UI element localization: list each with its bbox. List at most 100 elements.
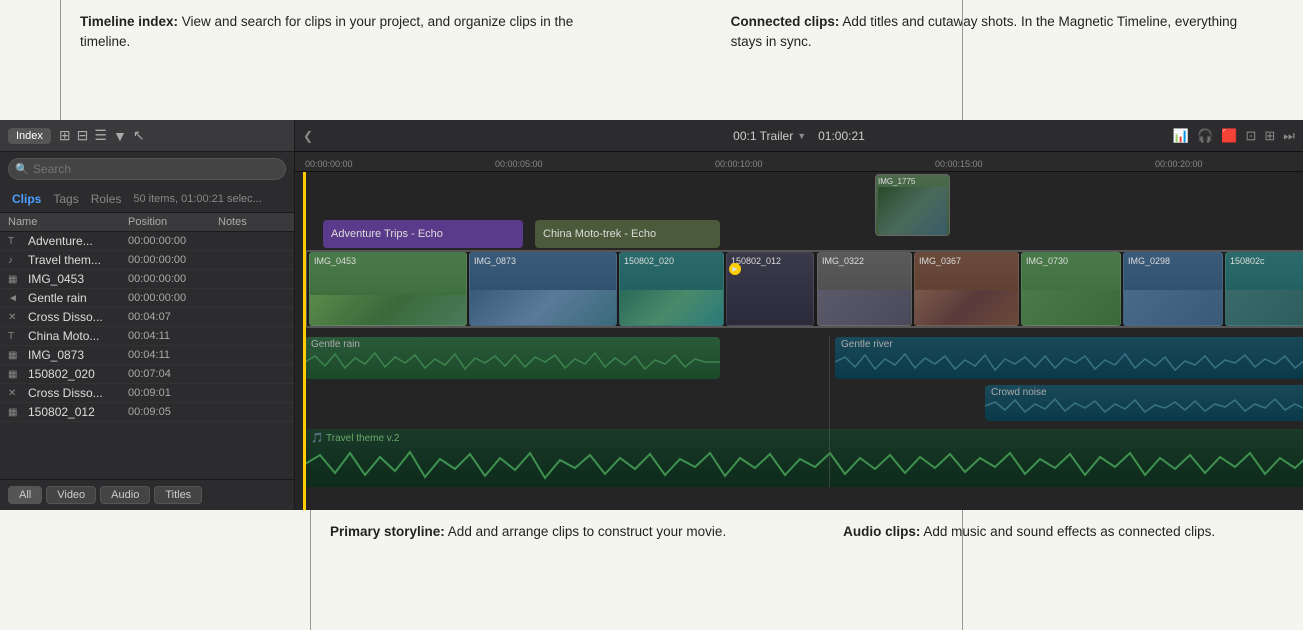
- top-right-annotation-line: [962, 0, 963, 120]
- clip-name: IMG_0873: [28, 348, 128, 362]
- bottom-left-title: Primary storyline:: [330, 524, 445, 539]
- video-clip-150802c[interactable]: 150802c: [1225, 252, 1303, 326]
- clip-type-icon: T: [8, 236, 24, 247]
- clip-name: Cross Disso...: [28, 386, 128, 400]
- bottom-right-line: [962, 510, 963, 630]
- bottom-left-body: Add and arrange clips to construct your …: [445, 524, 726, 539]
- list-item[interactable]: ✕ Cross Disso... 00:04:07: [0, 308, 294, 327]
- clip-label-150802020: 150802_020: [624, 256, 674, 266]
- clip-thumbnail-bg-0453: [310, 290, 466, 325]
- waveform-crowd-noise: [985, 394, 1303, 418]
- search-input[interactable]: [8, 158, 286, 180]
- chevron-down-icon[interactable]: ▼: [797, 131, 806, 141]
- list-icon[interactable]: ☰: [94, 127, 107, 144]
- audio-section-divider: [829, 337, 830, 487]
- tab-roles[interactable]: Roles: [87, 190, 126, 208]
- timeline-header: ❮ 00:1 Trailer ▼ 01:00:21 📊 🎧 🟥 ⊡ ⊞ ⏭: [295, 120, 1303, 152]
- filter-btn-video[interactable]: Video: [46, 486, 96, 504]
- clip-position: 00:07:04: [128, 368, 218, 380]
- list-item[interactable]: ♪ Travel them... 00:00:00:00: [0, 251, 294, 270]
- clip-name: Cross Disso...: [28, 310, 128, 324]
- color-icon[interactable]: 🟥: [1221, 128, 1237, 144]
- clip-label-img0453: IMG_0453: [314, 256, 356, 266]
- list-item[interactable]: ▦ 150802_020 00:07:04: [0, 365, 294, 384]
- connected-clip-adventure[interactable]: Adventure Trips - Echo: [323, 220, 523, 248]
- clip-position: 00:04:11: [128, 349, 218, 361]
- bottom-right-body: Add music and sound effects as connected…: [920, 524, 1215, 539]
- tabs-row: Clips Tags Roles 50 items, 01:00:21 sele…: [0, 186, 294, 213]
- playhead[interactable]: [303, 172, 306, 510]
- clip-label-img0298: IMG_0298: [1128, 256, 1170, 266]
- tab-clips[interactable]: Clips: [8, 190, 45, 208]
- clip-position: 00:04:07: [128, 311, 218, 323]
- bottom-annotation: Primary storyline: Add and arrange clips…: [0, 510, 1303, 630]
- top-left-annotation: Timeline index: View and search for clip…: [80, 12, 612, 108]
- top-right-title: Connected clips:: [731, 14, 840, 29]
- waveform-gentle-river: [835, 348, 1303, 376]
- video-clip-img0453[interactable]: IMG_0453: [309, 252, 467, 326]
- connected-clip-china-label: China Moto-trek - Echo: [543, 228, 656, 240]
- clip-name: Travel them...: [28, 253, 128, 267]
- video-clip-img0322[interactable]: IMG_0322: [817, 252, 912, 326]
- clip-label-150802c: 150802c: [1230, 256, 1265, 266]
- timeline-toolbar-right: 📊 🎧 🟥 ⊡ ⊞ ⏭: [1173, 128, 1295, 144]
- grid-icon[interactable]: ⊞: [59, 127, 71, 144]
- filmstrip-icon[interactable]: ⊟: [77, 127, 89, 144]
- video-clip-img0367[interactable]: IMG_0367: [914, 252, 1019, 326]
- clip-name: Adventure...: [28, 234, 128, 248]
- clip-position: 00:04:11: [128, 330, 218, 342]
- video-clip-img0730[interactable]: IMG_0730: [1021, 252, 1121, 326]
- clip-type-icon: ♪: [8, 255, 24, 266]
- list-item[interactable]: ◄ Gentle rain 00:00:00:00: [0, 289, 294, 308]
- clip-type-icon: ▦: [8, 274, 24, 285]
- bottom-left-annotation: Primary storyline: Add and arrange clips…: [330, 522, 750, 618]
- video-clip-150802012[interactable]: 150802_012 ▶: [726, 252, 814, 326]
- timeline-content[interactable]: Adventure Trips - Echo China Moto-trek -…: [295, 172, 1303, 510]
- clip-position: 00:00:00:00: [128, 254, 218, 266]
- table-header: Name Position Notes: [0, 213, 294, 232]
- audio-meter-icon[interactable]: 📊: [1173, 128, 1189, 144]
- skip-end-icon[interactable]: ⏭: [1283, 128, 1295, 144]
- list-item[interactable]: T China Moto... 00:04:11: [0, 327, 294, 346]
- filter-btn-audio[interactable]: Audio: [100, 486, 150, 504]
- headphone-icon[interactable]: 🎧: [1197, 128, 1213, 144]
- audio-clip-travel-theme[interactable]: 🎵 Travel theme v.2: [305, 429, 1303, 487]
- cursor-icon[interactable]: ↖: [133, 127, 145, 144]
- clip-position: 00:00:00:00: [128, 235, 218, 247]
- bottom-left-line: [310, 510, 311, 630]
- timeline-ruler: 00:00:00:00 00:00:05:00 00:00:10:00 00:0…: [295, 152, 1303, 172]
- waveform-gentle-rain: [305, 348, 720, 376]
- list-item[interactable]: ▦ 150802_012 00:09:05: [0, 403, 294, 422]
- list-item[interactable]: ▦ IMG_0873 00:04:11: [0, 346, 294, 365]
- clip-type-icon: ▦: [8, 407, 24, 418]
- clip-name: China Moto...: [28, 329, 128, 343]
- audio-clip-gentle-river[interactable]: Gentle river: [835, 337, 1303, 379]
- clip-appearance-icon[interactable]: ⊞: [1264, 128, 1275, 144]
- list-item[interactable]: T Adventure... 00:00:00:00: [0, 232, 294, 251]
- list-item[interactable]: ✕ Cross Disso... 00:09:01: [0, 384, 294, 403]
- sidebar: Index ⊞ ⊟ ☰ ▼ ↖ 🔍 Clips Tags Roles 50 it…: [0, 120, 295, 510]
- audio-clip-gentle-rain[interactable]: Gentle rain: [305, 337, 720, 379]
- connected-clip-china[interactable]: China Moto-trek - Echo: [535, 220, 720, 248]
- video-clip-img0873[interactable]: IMG_0873: [469, 252, 617, 326]
- index-button[interactable]: Index: [8, 128, 51, 144]
- audio-clip-crowd-noise[interactable]: Crowd noise: [985, 385, 1303, 421]
- view-options-icon[interactable]: ▼: [113, 128, 127, 144]
- tab-tags[interactable]: Tags: [49, 190, 82, 208]
- video-clip-150802020[interactable]: 150802_020: [619, 252, 724, 326]
- list-item[interactable]: ▦ IMG_0453 00:00:00:00: [0, 270, 294, 289]
- clip-type-icon: ✕: [8, 388, 24, 399]
- layout-icon[interactable]: ⊡: [1245, 128, 1256, 144]
- clip-name: Gentle rain: [28, 291, 128, 305]
- connected-img-clip[interactable]: IMG_1775: [875, 174, 950, 236]
- filter-btn-all[interactable]: All: [8, 486, 42, 504]
- connected-img-thumbnail: [878, 187, 947, 235]
- sidebar-bottom: AllVideoAudioTitles: [0, 479, 294, 510]
- filter-btn-titles[interactable]: Titles: [154, 486, 202, 504]
- col-notes-header: Notes: [218, 216, 286, 228]
- nav-back-btn[interactable]: ❮: [295, 129, 321, 143]
- clip-list: T Adventure... 00:00:00:00 ♪ Travel them…: [0, 232, 294, 479]
- video-clip-img0298[interactable]: IMG_0298: [1123, 252, 1223, 326]
- clip-position: 00:09:05: [128, 406, 218, 418]
- ruler-mark-2: 00:00:10:00: [715, 159, 763, 169]
